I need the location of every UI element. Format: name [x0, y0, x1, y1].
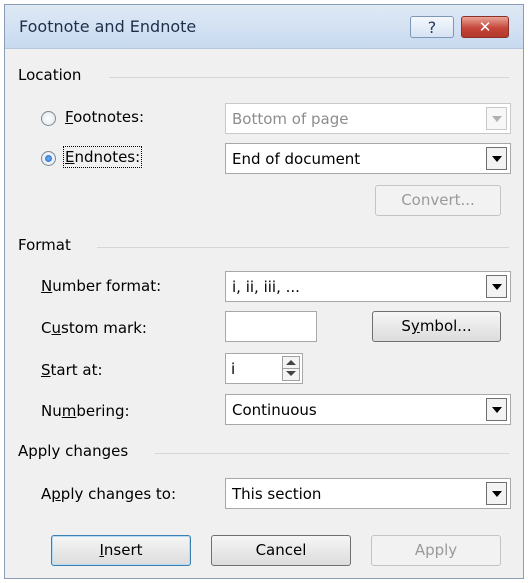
custom-mark-input[interactable]	[225, 311, 317, 342]
title-bar[interactable]: Footnote and Endnote ? ✕	[5, 5, 523, 49]
number-format-dropdown[interactable]: i, ii, iii, ...	[225, 271, 511, 302]
format-divider	[97, 247, 509, 248]
apply-changes-to-dropdown[interactable]: This section	[225, 478, 511, 509]
numbering-value: Continuous	[232, 401, 317, 419]
start-at-input[interactable]: i	[225, 353, 303, 384]
chevron-down-icon	[486, 482, 507, 505]
apply-changes-to-value: This section	[232, 485, 322, 503]
location-divider	[109, 77, 509, 78]
chevron-down-icon	[486, 147, 507, 170]
number-format-value: i, ii, iii, ...	[232, 278, 300, 296]
endnotes-position-value: End of document	[232, 150, 361, 168]
footnotes-position-dropdown[interactable]: Bottom of page	[225, 103, 511, 134]
cancel-button[interactable]: Cancel	[211, 535, 351, 566]
chevron-down-icon	[486, 275, 507, 298]
help-button[interactable]: ?	[410, 16, 454, 38]
footnotes-position-value: Bottom of page	[232, 110, 349, 128]
close-button[interactable]: ✕	[461, 16, 509, 38]
numbering-dropdown[interactable]: Continuous	[225, 394, 511, 425]
symbol-button[interactable]: Symbol...	[372, 311, 501, 342]
apply-changes-section-label: Apply changes	[18, 442, 129, 460]
chevron-down-icon	[486, 398, 507, 421]
endnotes-label: Endnotes:	[62, 146, 143, 168]
number-format-label: Number format:	[41, 277, 162, 295]
dialog-title: Footnote and Endnote	[19, 17, 197, 36]
numbering-label: Numbering:	[41, 402, 130, 420]
help-icon: ?	[427, 18, 437, 37]
close-icon: ✕	[478, 18, 492, 36]
start-at-label: Start at:	[41, 361, 103, 379]
apply-changes-divider	[155, 453, 509, 454]
footnotes-label: Footnotes:	[65, 108, 144, 126]
format-section-label: Format	[18, 236, 71, 254]
endnotes-radio[interactable]	[41, 151, 56, 166]
footnotes-radio[interactable]	[41, 111, 56, 126]
convert-button[interactable]: Convert...	[375, 185, 501, 216]
spinner-arrows-icon[interactable]	[282, 356, 300, 381]
endnotes-position-dropdown[interactable]: End of document	[225, 143, 511, 174]
apply-changes-to-label: Apply changes to:	[41, 485, 177, 503]
apply-button[interactable]: Apply	[371, 535, 501, 566]
insert-button[interactable]: Insert	[51, 535, 191, 566]
location-section-label: Location	[18, 66, 82, 84]
start-at-value: i	[231, 360, 236, 378]
custom-mark-label: Custom mark:	[41, 319, 147, 337]
chevron-down-icon	[486, 107, 507, 130]
footnote-endnote-dialog: Footnote and Endnote ? ✕ Location Footno…	[4, 4, 524, 579]
